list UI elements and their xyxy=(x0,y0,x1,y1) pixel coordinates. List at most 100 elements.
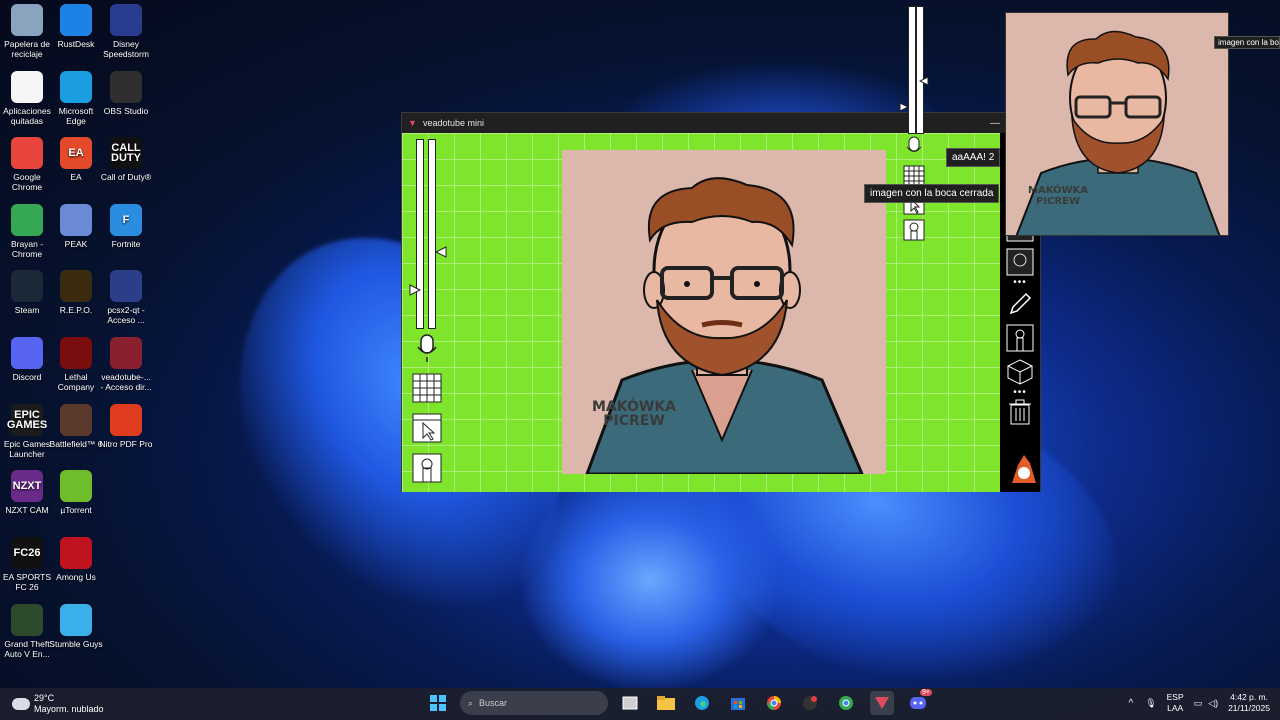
cod-icon: CALL DUTY xyxy=(110,137,142,169)
desktop-icon[interactable]: Microsoft Edge xyxy=(49,71,103,126)
mic-threshold-bar[interactable] xyxy=(428,139,436,329)
overlay-slider-handle[interactable] xyxy=(919,76,929,86)
desktop-icon[interactable]: PEAK xyxy=(49,204,103,249)
veadotube-window[interactable]: ▼ veadotube mini — ☐ xyxy=(401,112,1041,492)
desktop-icon[interactable]: veadotube-... - Acceso dir... xyxy=(99,337,153,392)
file-explorer-button[interactable] xyxy=(654,691,678,715)
window-titlebar[interactable]: ▼ veadotube mini — ☐ xyxy=(402,113,1040,133)
overlay-keyhole-icon[interactable] xyxy=(901,218,927,242)
desktop-icon[interactable]: Among Us xyxy=(49,537,103,582)
keyhole-state-icon[interactable] xyxy=(1004,323,1036,353)
desktop-icon[interactable]: Aplicaciones quitadas xyxy=(0,71,54,126)
overlay-threshold-bar[interactable] xyxy=(916,6,924,134)
more-dots-icon[interactable]: ••• xyxy=(1000,277,1040,288)
desktop-icon[interactable]: Disney Speedstorm xyxy=(99,4,153,59)
windows-icon xyxy=(430,695,446,711)
veadotube-taskbar-button[interactable] xyxy=(870,691,894,715)
desktop-icon[interactable]: Grand Theft Auto V En... xyxy=(0,604,54,659)
task-view-button[interactable] xyxy=(618,691,642,715)
desktop-icon[interactable]: Stumble Guys xyxy=(49,604,103,649)
desktop-icon[interactable]: Nitro PDF Pro xyxy=(99,404,153,449)
threshold-slider-handle[interactable] xyxy=(434,245,448,259)
state-thumb-2[interactable] xyxy=(1004,247,1036,277)
discord-taskbar-button[interactable]: 9+ xyxy=(906,689,932,715)
clock-time: 4:42 p. m. xyxy=(1230,692,1268,702)
preview-watermark-line2: PICREW xyxy=(1036,196,1080,207)
mascot-icon[interactable] xyxy=(1004,455,1036,485)
desktop-icon-label: Battlefield™ 6 xyxy=(49,439,103,449)
stumble-guys-icon xyxy=(60,604,92,636)
overlay-slider-handle-2[interactable] xyxy=(899,102,909,112)
avatar-preview-window[interactable]: MAKÓWKA PICREW xyxy=(1005,12,1229,236)
desktop-icon[interactable]: Battlefield™ 6 xyxy=(49,404,103,449)
desktop-icon[interactable]: µTorrent xyxy=(49,470,103,515)
weather-temp: 29°C xyxy=(34,693,55,703)
grid-icon[interactable] xyxy=(412,373,442,403)
overlay-mic-bar[interactable] xyxy=(908,6,916,134)
desktop-icon[interactable]: F Fortnite xyxy=(99,204,153,249)
desktop-icon[interactable]: Papelera de reciclaje xyxy=(0,4,54,59)
volume-icon[interactable]: ◁) xyxy=(1208,698,1218,709)
pencil-icon[interactable] xyxy=(1004,289,1036,319)
desktop-icon[interactable]: CALL DUTY Call of Duty® xyxy=(99,137,153,182)
language-indicator[interactable]: ESP LAA xyxy=(1167,692,1184,714)
desktop-icon-label: Grand Theft Auto V En... xyxy=(4,639,50,659)
keyhole-icon[interactable] xyxy=(412,453,442,483)
store-button[interactable] xyxy=(726,691,750,715)
desktop-icon[interactable]: Steam xyxy=(0,270,54,315)
desktop-icon-label: RustDesk xyxy=(57,39,95,49)
desktop-icon-label: Disney Speedstorm xyxy=(103,39,149,59)
app-button-red[interactable] xyxy=(798,691,822,715)
clock[interactable]: 4:42 p. m. 21/11/2025 xyxy=(1228,692,1270,714)
desktop-icon-label: Stumble Guys xyxy=(49,639,103,649)
closed-mouth-tooltip-right: imagen con la boca c xyxy=(1214,36,1280,49)
desktop-icon-label: PEAK xyxy=(64,239,88,249)
desktop-icon-label: NZXT CAM xyxy=(5,505,49,515)
mic-volume-bar[interactable] xyxy=(416,139,424,329)
desktop-icon[interactable]: EPIC GAMES Epic Games Launcher xyxy=(0,404,54,459)
desktop-icon[interactable]: R.E.P.O. xyxy=(49,270,103,315)
edge-icon xyxy=(60,71,92,103)
desktop-icon[interactable]: RustDesk xyxy=(49,4,103,49)
search-placeholder: Buscar xyxy=(479,698,508,708)
notification-badge: 9+ xyxy=(920,689,932,696)
network-icon[interactable]: ▭ xyxy=(1194,698,1203,709)
desktop-icon-label: Fortnite xyxy=(111,239,141,249)
cursor-window-icon[interactable] xyxy=(412,413,442,443)
edge-button[interactable] xyxy=(690,691,714,715)
desktop-icon[interactable]: Discord xyxy=(0,337,54,382)
desktop-icon-label: Epic Games Launcher xyxy=(3,439,51,459)
start-button[interactable] xyxy=(426,691,450,715)
chrome-button[interactable] xyxy=(762,691,786,715)
steam-icon xyxy=(11,270,43,302)
peak-icon xyxy=(60,204,92,236)
weather-desc: Mayorm. nublado xyxy=(34,704,104,714)
desktop-icon[interactable]: pcsx2-qt - Acceso ... xyxy=(99,270,153,325)
epic-games-icon: EPIC GAMES xyxy=(7,404,47,436)
desktop-icon[interactable]: NZXT NZXT CAM xyxy=(0,470,54,515)
desktop-icon-label: Steam xyxy=(14,305,40,315)
preview-watermark: MAKÓWKA PICREW xyxy=(1028,185,1088,207)
microphone-tray-icon[interactable]: 🎙 xyxy=(1145,698,1156,709)
chrome-profile-button[interactable] xyxy=(834,691,858,715)
fortnite-icon: F xyxy=(110,204,142,236)
desktop-icon[interactable]: EA EA xyxy=(49,137,103,182)
trash-icon[interactable] xyxy=(1004,397,1036,427)
weather-widget[interactable]: 29°C Mayorm. nublado xyxy=(12,693,104,715)
microphone-icon[interactable] xyxy=(412,333,442,363)
utorrent-icon xyxy=(60,470,92,502)
chevron-up-icon[interactable]: ^ xyxy=(1128,698,1133,709)
overlay-microphone-icon[interactable] xyxy=(899,134,929,162)
desktop-icon[interactable]: Google Chrome xyxy=(0,137,54,192)
volume-slider-handle[interactable] xyxy=(408,283,422,297)
repo-icon xyxy=(60,270,92,302)
taskbar-search[interactable]: ⌕ Buscar xyxy=(460,691,608,715)
cube-icon[interactable] xyxy=(1004,357,1036,387)
desktop-icon[interactable]: Brayan - Chrome xyxy=(0,204,54,259)
desktop-icon[interactable]: FC26 EA SPORTS FC 26 xyxy=(0,537,54,592)
desktop-icon[interactable]: OBS Studio xyxy=(99,71,153,116)
desktop-icon[interactable]: Lethal Company xyxy=(49,337,103,392)
desktop-icon-label: Nitro PDF Pro xyxy=(99,439,153,449)
search-icon: ⌕ xyxy=(468,697,474,708)
system-tray: ^ 🎙 ESP LAA ▭ ◁) 4:42 p. m. 21/11/2025 xyxy=(1128,692,1270,714)
